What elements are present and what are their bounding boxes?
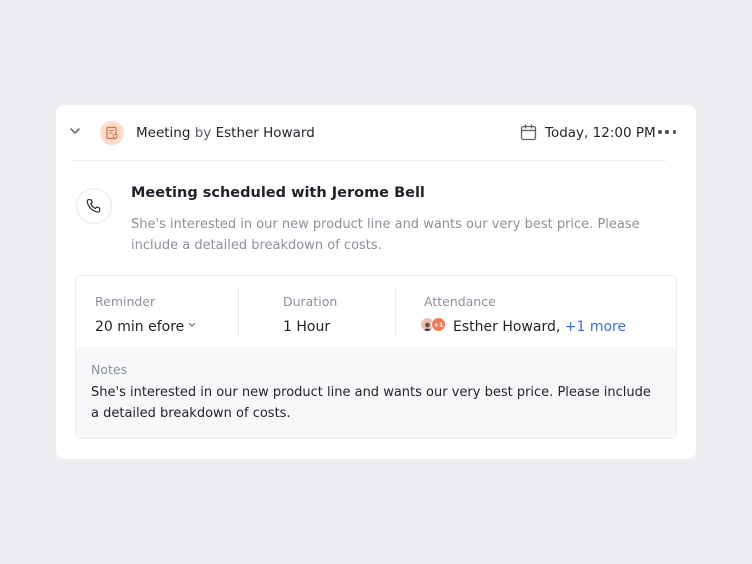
activity-title: Meeting scheduled with Jerome Bell — [131, 185, 425, 201]
activity-description: She's interested in our new product line… — [131, 217, 640, 253]
column-divider — [395, 288, 396, 336]
activity-title-line: Meeting by Esther Howard — [136, 124, 315, 142]
more-attendees-link[interactable]: +1 more — [565, 319, 626, 335]
header-divider — [72, 160, 666, 161]
attendee-avatars[interactable]: +1 — [420, 317, 448, 333]
column-divider — [238, 288, 239, 336]
more-dot — [672, 130, 676, 134]
attendance-value: Esther Howard, +1 more — [453, 319, 626, 335]
reminder-value: 20 min efore — [95, 319, 185, 335]
activity-card: Meeting by Esther Howard Today, 12:00 PM… — [56, 105, 696, 459]
details-panel: Reminder 20 min efore Duration 1 Hour At… — [75, 275, 677, 439]
reminder-label: Reminder — [95, 294, 156, 309]
attendee-name: Esther Howard, — [453, 319, 561, 335]
chevron-down-icon[interactable] — [68, 124, 82, 138]
more-dot — [665, 130, 669, 134]
duration-label: Duration — [283, 294, 338, 309]
phone-icon — [76, 188, 112, 224]
calendar-icon — [520, 124, 537, 141]
more-horizontal-icon[interactable] — [658, 125, 676, 139]
by-label: by — [194, 125, 212, 141]
activity-author[interactable]: Esther Howard — [216, 125, 315, 141]
details-fields: Reminder 20 min efore Duration 1 Hour At… — [76, 276, 676, 348]
chevron-down-icon — [189, 322, 196, 327]
attendance-label: Attendance — [424, 294, 496, 309]
meeting-note-icon — [100, 121, 124, 145]
more-dot — [658, 130, 662, 134]
activity-datetime: Today, 12:00 PM — [545, 125, 656, 141]
duration-value: 1 Hour — [283, 319, 331, 335]
notes-section: Notes She's interested in our new produc… — [76, 347, 676, 438]
notes-label: Notes — [91, 362, 128, 377]
notes-body: She's interested in our new product line… — [91, 385, 651, 421]
reminder-select[interactable]: 20 min efore — [95, 319, 196, 335]
activity-type: Meeting — [136, 125, 191, 141]
activity-header: Meeting by Esther Howard Today, 12:00 PM — [56, 105, 696, 161]
avatar-overflow-badge: +1 — [431, 317, 446, 332]
